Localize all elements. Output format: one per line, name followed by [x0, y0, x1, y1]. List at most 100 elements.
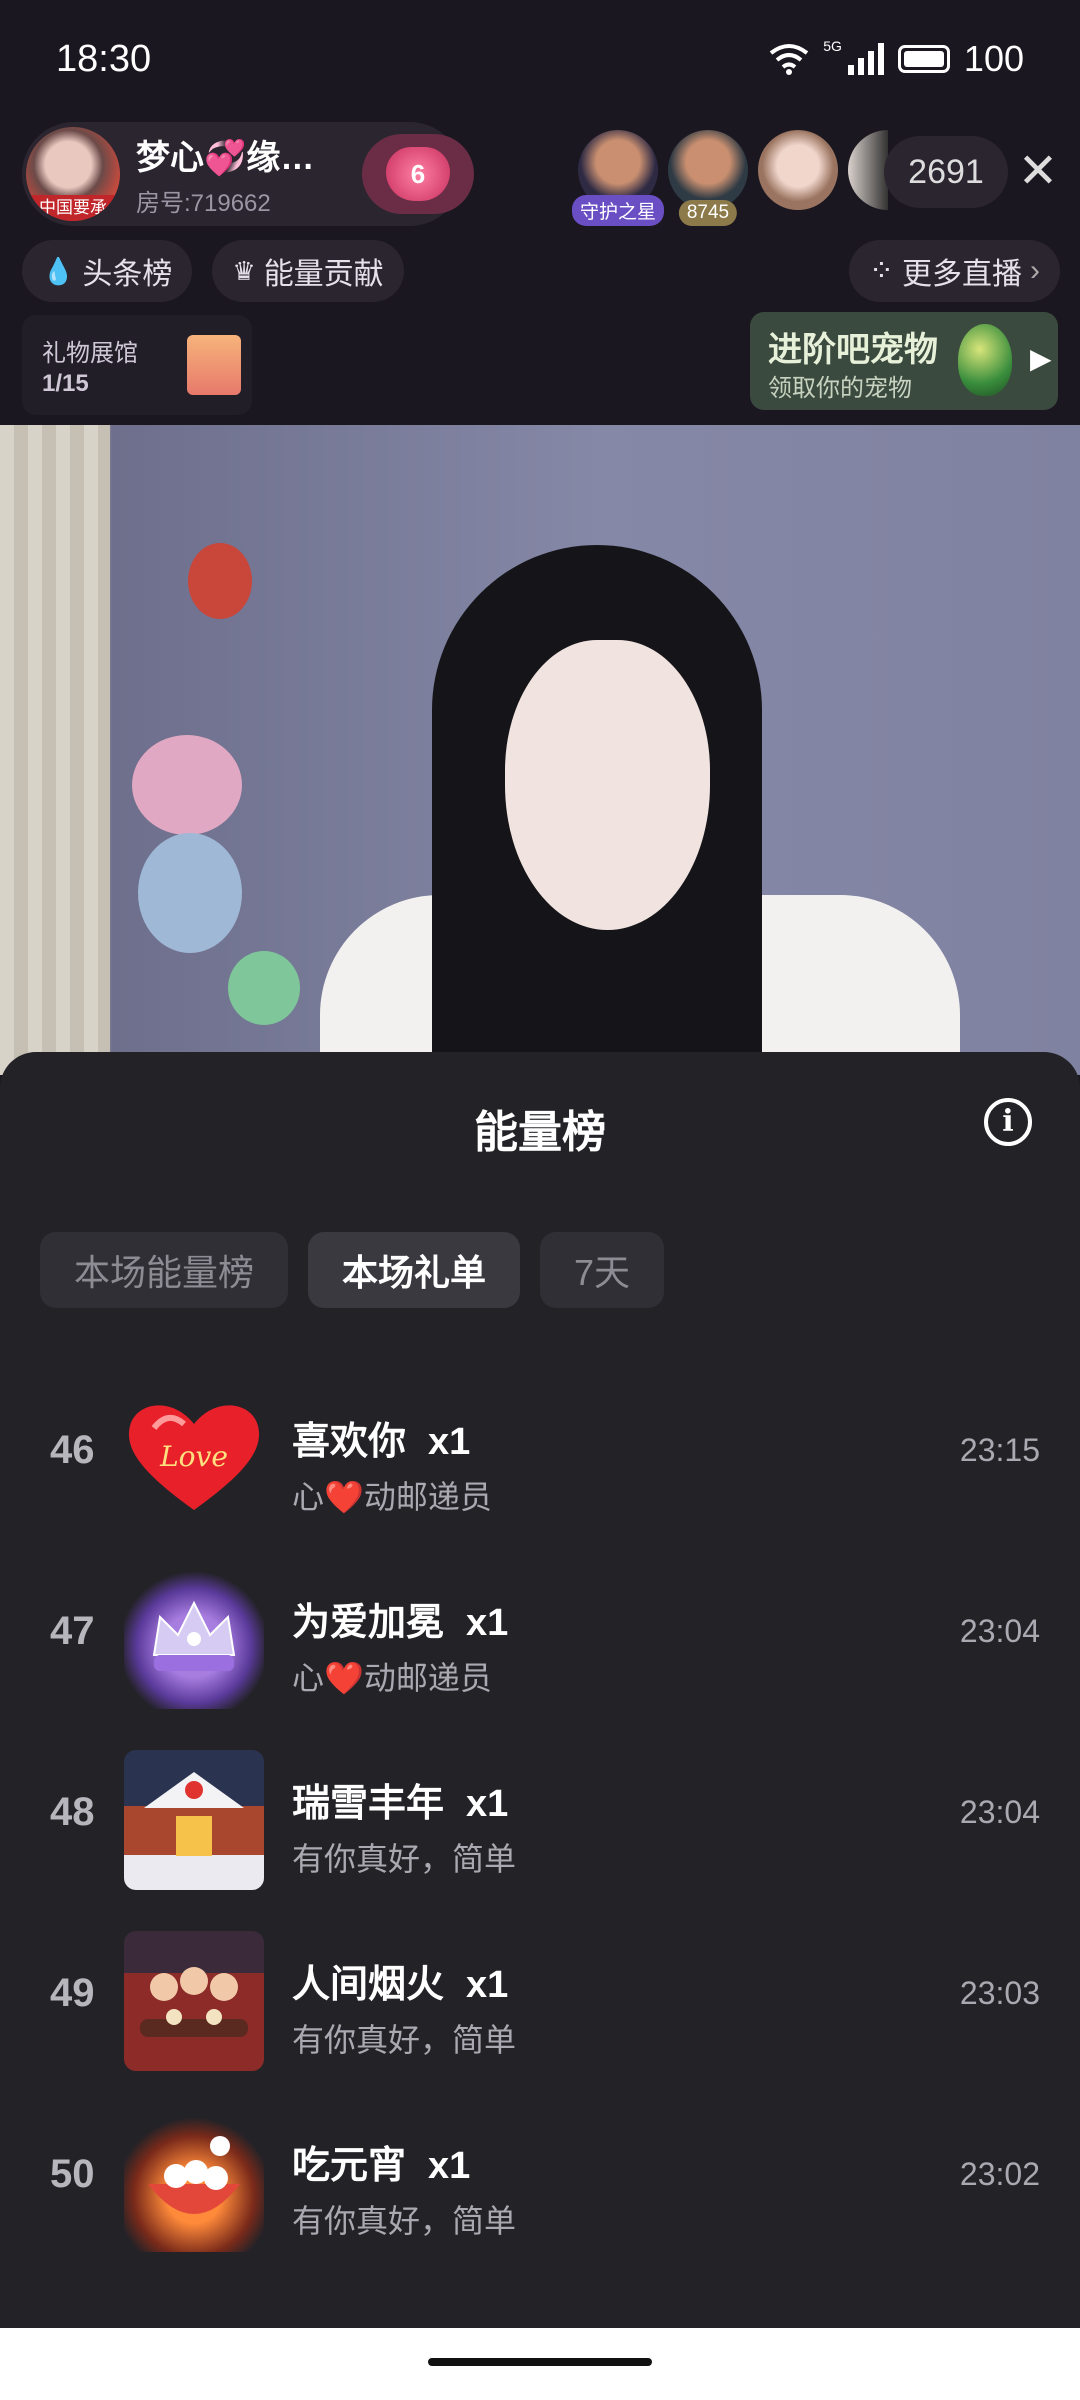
gift-list: 46 Love 喜欢你 x1 心❤️动邮递员 23:15 47 为爱加冕 x1 …	[0, 1372, 1080, 2277]
wifi-icon	[770, 44, 809, 75]
host-avatar-tag: 中国要承	[26, 195, 120, 221]
gift-name: 喜欢你 x1	[292, 1410, 470, 1465]
status-bar: 18:30 5G 100	[0, 0, 1080, 120]
viewer-avatar[interactable]	[758, 130, 838, 210]
gift-qty: x1	[428, 2145, 471, 2187]
curtain	[0, 425, 110, 1075]
energy-label: 能量贡献	[263, 258, 384, 291]
gift-qty: x1	[428, 1421, 471, 1463]
yuanxiao-bowl-icon	[124, 2112, 264, 2252]
sender-name: 心❤️动邮递员	[292, 1479, 492, 1515]
host-card[interactable]: 中国要承 梦心💞缘… 房号:719662 6	[22, 122, 474, 226]
status-icons: 5G 100	[769, 38, 1024, 80]
gift-qty: x1	[466, 1964, 509, 2006]
sheet-title: 能量榜	[474, 1108, 606, 1157]
energy-contribution-chip[interactable]: ♛ 能量贡献	[212, 240, 404, 302]
more-live-label: 更多直播	[902, 258, 1022, 291]
gift-time: 23:03	[959, 1975, 1040, 2011]
rank-number: 49	[50, 1971, 95, 2015]
energy-ranking-sheet: 能量榜 i 本场能量榜 本场礼单 7天 46 Love 喜欢你 x1 心❤️动邮递…	[0, 1052, 1080, 2328]
list-item[interactable]: 48 瑞雪丰年 x1 有你真好，简单 23:04	[0, 1734, 1080, 1915]
list-item[interactable]: 49 人间烟火 x1 有你真好，简单 23:03	[0, 1915, 1080, 2096]
battery-icon	[897, 45, 950, 73]
host-avatar[interactable]: 中国要承	[26, 127, 120, 221]
tab-session-energy[interactable]: 本场能量榜	[40, 1232, 289, 1308]
balloon	[138, 833, 242, 953]
sender-name: 有你真好，简单	[292, 2203, 517, 2239]
svg-text:Love: Love	[159, 1440, 228, 1473]
live-header: 中国要承 梦心💞缘… 房号:719662 6 守护之星 8745 2691 ✕ …	[0, 120, 1080, 425]
gift-title: 喜欢你	[292, 1421, 407, 1463]
pet-subtitle: 领取你的宠物	[768, 375, 912, 402]
close-icon[interactable]: ✕	[1008, 142, 1068, 202]
viewer-count[interactable]: 2691	[884, 136, 1008, 208]
balloon	[228, 951, 300, 1025]
network-label: 5G	[823, 38, 842, 54]
sender-name: 有你真好，简单	[292, 1841, 517, 1877]
ranking-chips: 💧 头条榜 ♛ 能量贡献	[22, 240, 404, 302]
gift-hall-progress: 1/15	[42, 370, 89, 397]
fan-club-button[interactable]: 6	[362, 134, 474, 214]
fans-level: 6	[410, 158, 426, 189]
signal-icon	[847, 43, 884, 75]
rank-number: 50	[50, 2152, 95, 2196]
heart-level-icon: 6	[386, 147, 450, 201]
viewer-badge: 8745	[678, 200, 738, 226]
host-room-id: 房号:719662	[136, 190, 271, 217]
rank-number: 47	[50, 1609, 95, 1653]
gift-hall-entry[interactable]: 礼物展馆 1/15	[22, 315, 252, 415]
rank-number: 46	[50, 1428, 95, 1472]
gift-title: 吃元宵	[292, 2145, 407, 2187]
gift-qty: x1	[466, 1783, 509, 1825]
viewer-avatar[interactable]: 8745	[668, 130, 748, 226]
gift-title: 为爱加冕	[292, 1602, 445, 1644]
gift-name: 瑞雪丰年 x1	[292, 1772, 508, 1827]
snow-house-icon	[124, 1750, 264, 1890]
list-item[interactable]: 50 吃元宵 x1 有你真好，简单 23:02	[0, 2096, 1080, 2277]
gift-time: 23:15	[959, 1432, 1040, 1468]
crown-icon: ♛	[232, 255, 256, 286]
info-icon[interactable]: i	[984, 1098, 1032, 1146]
tab-session-gifts[interactable]: 本场礼单	[308, 1232, 521, 1308]
gift-box-icon	[187, 335, 241, 395]
egg-icon	[958, 324, 1012, 396]
rank-number: 48	[50, 1790, 95, 1834]
headline-chip[interactable]: 💧 头条榜	[22, 240, 193, 302]
host-name: 梦心💞缘…	[136, 139, 315, 177]
gift-title: 人间烟火	[292, 1964, 445, 2006]
family-dinner-icon	[124, 1931, 264, 2071]
tab-7-days[interactable]: 7天	[540, 1232, 665, 1308]
balloon	[132, 735, 242, 835]
gift-hall-title: 礼物展馆	[42, 340, 138, 367]
streamer-face	[505, 640, 710, 930]
viewer-avatar[interactable]: 守护之星	[571, 130, 665, 226]
sender-name: 心❤️动邮递员	[292, 1660, 492, 1696]
gift-time: 23:04	[959, 1613, 1040, 1649]
battery-level: 100	[963, 38, 1024, 79]
viewer-badge: 守护之星	[571, 195, 665, 226]
sender-name: 有你真好，简单	[292, 2022, 517, 2058]
home-indicator[interactable]	[428, 2358, 652, 2366]
love-heart-icon: Love	[124, 1388, 264, 1528]
list-item[interactable]: 46 Love 喜欢你 x1 心❤️动邮递员 23:15	[0, 1372, 1080, 1553]
crown-icon	[124, 1569, 264, 1709]
balloon	[188, 543, 252, 619]
pet-banner[interactable]: 进阶吧宠物 领取你的宠物 ▶	[750, 312, 1058, 410]
live-video[interactable]	[0, 425, 1080, 1075]
pet-title: 进阶吧宠物	[768, 331, 938, 369]
gift-time: 23:02	[959, 2156, 1040, 2192]
flame-icon: 💧	[42, 255, 75, 286]
ranking-tabs: 本场能量榜 本场礼单 7天	[40, 1232, 665, 1308]
viewer-avatar[interactable]	[848, 130, 888, 210]
chevron-right-icon: ›	[1030, 254, 1040, 287]
gift-name: 吃元宵 x1	[292, 2134, 470, 2189]
top-viewers: 守护之星 8745	[571, 130, 888, 226]
play-arrow-icon: ▶	[1030, 343, 1052, 374]
gift-title: 瑞雪丰年	[292, 1783, 445, 1825]
more-live-button[interactable]: ⁘ 更多直播 ›	[848, 240, 1060, 302]
system-nav-bar	[0, 2328, 1080, 2400]
gift-time: 23:04	[959, 1794, 1040, 1830]
list-item[interactable]: 47 为爱加冕 x1 心❤️动邮递员 23:04	[0, 1553, 1080, 1734]
gift-name: 人间烟火 x1	[292, 1953, 508, 2008]
headline-label: 头条榜	[82, 258, 173, 291]
